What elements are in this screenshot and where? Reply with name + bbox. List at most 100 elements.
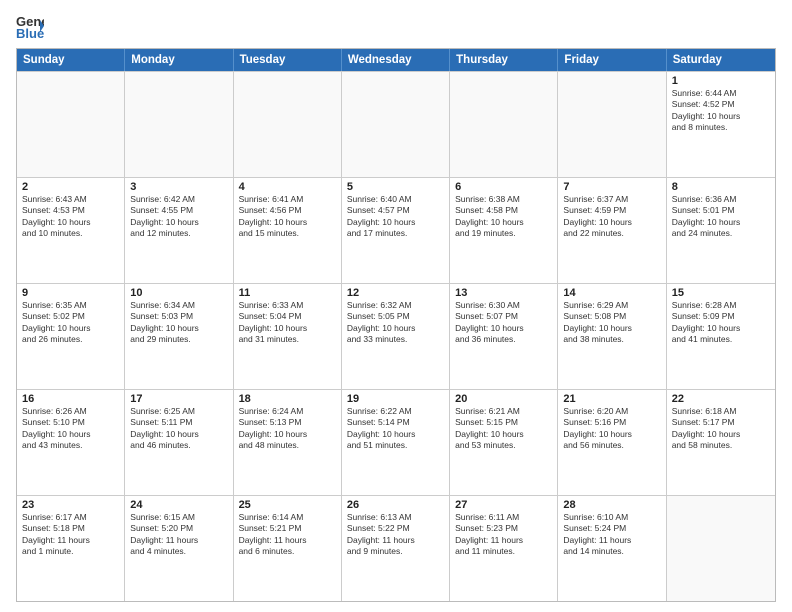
weekday-header: Tuesday xyxy=(234,49,342,71)
day-info: Sunrise: 6:28 AM Sunset: 5:09 PM Dayligh… xyxy=(672,300,770,346)
calendar-row: 2Sunrise: 6:43 AM Sunset: 4:53 PM Daylig… xyxy=(17,177,775,283)
calendar-cell: 18Sunrise: 6:24 AM Sunset: 5:13 PM Dayli… xyxy=(234,390,342,495)
day-info: Sunrise: 6:36 AM Sunset: 5:01 PM Dayligh… xyxy=(672,194,770,240)
day-number: 5 xyxy=(347,181,444,193)
calendar-cell: 16Sunrise: 6:26 AM Sunset: 5:10 PM Dayli… xyxy=(17,390,125,495)
weekday-header: Wednesday xyxy=(342,49,450,71)
day-info: Sunrise: 6:33 AM Sunset: 5:04 PM Dayligh… xyxy=(239,300,336,346)
calendar-cell: 28Sunrise: 6:10 AM Sunset: 5:24 PM Dayli… xyxy=(558,496,666,601)
day-number: 26 xyxy=(347,499,444,511)
day-number: 18 xyxy=(239,393,336,405)
calendar-cell xyxy=(667,496,775,601)
day-number: 3 xyxy=(130,181,227,193)
day-number: 23 xyxy=(22,499,119,511)
day-info: Sunrise: 6:11 AM Sunset: 5:23 PM Dayligh… xyxy=(455,512,552,558)
logo: General Blue xyxy=(16,12,44,40)
calendar-cell: 14Sunrise: 6:29 AM Sunset: 5:08 PM Dayli… xyxy=(558,284,666,389)
calendar-cell: 27Sunrise: 6:11 AM Sunset: 5:23 PM Dayli… xyxy=(450,496,558,601)
day-number: 19 xyxy=(347,393,444,405)
calendar-header: SundayMondayTuesdayWednesdayThursdayFrid… xyxy=(17,49,775,71)
calendar-row: 9Sunrise: 6:35 AM Sunset: 5:02 PM Daylig… xyxy=(17,283,775,389)
calendar-cell: 10Sunrise: 6:34 AM Sunset: 5:03 PM Dayli… xyxy=(125,284,233,389)
day-info: Sunrise: 6:18 AM Sunset: 5:17 PM Dayligh… xyxy=(672,406,770,452)
day-info: Sunrise: 6:38 AM Sunset: 4:58 PM Dayligh… xyxy=(455,194,552,240)
day-info: Sunrise: 6:17 AM Sunset: 5:18 PM Dayligh… xyxy=(22,512,119,558)
calendar-cell xyxy=(125,72,233,177)
calendar-cell: 5Sunrise: 6:40 AM Sunset: 4:57 PM Daylig… xyxy=(342,178,450,283)
weekday-header: Sunday xyxy=(17,49,125,71)
day-number: 9 xyxy=(22,287,119,299)
calendar-cell: 17Sunrise: 6:25 AM Sunset: 5:11 PM Dayli… xyxy=(125,390,233,495)
calendar-cell: 12Sunrise: 6:32 AM Sunset: 5:05 PM Dayli… xyxy=(342,284,450,389)
day-info: Sunrise: 6:44 AM Sunset: 4:52 PM Dayligh… xyxy=(672,88,770,134)
calendar-cell: 11Sunrise: 6:33 AM Sunset: 5:04 PM Dayli… xyxy=(234,284,342,389)
day-info: Sunrise: 6:15 AM Sunset: 5:20 PM Dayligh… xyxy=(130,512,227,558)
day-info: Sunrise: 6:32 AM Sunset: 5:05 PM Dayligh… xyxy=(347,300,444,346)
calendar-cell xyxy=(558,72,666,177)
weekday-header: Friday xyxy=(558,49,666,71)
calendar-cell xyxy=(234,72,342,177)
day-info: Sunrise: 6:29 AM Sunset: 5:08 PM Dayligh… xyxy=(563,300,660,346)
day-number: 28 xyxy=(563,499,660,511)
day-info: Sunrise: 6:22 AM Sunset: 5:14 PM Dayligh… xyxy=(347,406,444,452)
calendar-row: 1Sunrise: 6:44 AM Sunset: 4:52 PM Daylig… xyxy=(17,71,775,177)
day-info: Sunrise: 6:25 AM Sunset: 5:11 PM Dayligh… xyxy=(130,406,227,452)
day-number: 10 xyxy=(130,287,227,299)
calendar-cell xyxy=(342,72,450,177)
calendar-cell: 25Sunrise: 6:14 AM Sunset: 5:21 PM Dayli… xyxy=(234,496,342,601)
day-info: Sunrise: 6:26 AM Sunset: 5:10 PM Dayligh… xyxy=(22,406,119,452)
day-number: 17 xyxy=(130,393,227,405)
weekday-header: Monday xyxy=(125,49,233,71)
calendar-cell: 22Sunrise: 6:18 AM Sunset: 5:17 PM Dayli… xyxy=(667,390,775,495)
calendar-cell: 15Sunrise: 6:28 AM Sunset: 5:09 PM Dayli… xyxy=(667,284,775,389)
day-info: Sunrise: 6:40 AM Sunset: 4:57 PM Dayligh… xyxy=(347,194,444,240)
day-info: Sunrise: 6:34 AM Sunset: 5:03 PM Dayligh… xyxy=(130,300,227,346)
day-info: Sunrise: 6:41 AM Sunset: 4:56 PM Dayligh… xyxy=(239,194,336,240)
calendar-row: 23Sunrise: 6:17 AM Sunset: 5:18 PM Dayli… xyxy=(17,495,775,601)
day-info: Sunrise: 6:37 AM Sunset: 4:59 PM Dayligh… xyxy=(563,194,660,240)
day-info: Sunrise: 6:42 AM Sunset: 4:55 PM Dayligh… xyxy=(130,194,227,240)
calendar-cell: 21Sunrise: 6:20 AM Sunset: 5:16 PM Dayli… xyxy=(558,390,666,495)
day-number: 12 xyxy=(347,287,444,299)
calendar-cell: 6Sunrise: 6:38 AM Sunset: 4:58 PM Daylig… xyxy=(450,178,558,283)
calendar-cell: 1Sunrise: 6:44 AM Sunset: 4:52 PM Daylig… xyxy=(667,72,775,177)
header: General Blue xyxy=(16,12,776,40)
day-number: 21 xyxy=(563,393,660,405)
calendar-body: 1Sunrise: 6:44 AM Sunset: 4:52 PM Daylig… xyxy=(17,71,775,601)
day-info: Sunrise: 6:43 AM Sunset: 4:53 PM Dayligh… xyxy=(22,194,119,240)
calendar-cell: 13Sunrise: 6:30 AM Sunset: 5:07 PM Dayli… xyxy=(450,284,558,389)
page: General Blue SundayMondayTuesdayWednesda… xyxy=(0,0,792,612)
calendar-cell: 24Sunrise: 6:15 AM Sunset: 5:20 PM Dayli… xyxy=(125,496,233,601)
day-number: 7 xyxy=(563,181,660,193)
day-info: Sunrise: 6:20 AM Sunset: 5:16 PM Dayligh… xyxy=(563,406,660,452)
day-number: 8 xyxy=(672,181,770,193)
calendar-cell: 9Sunrise: 6:35 AM Sunset: 5:02 PM Daylig… xyxy=(17,284,125,389)
calendar-cell xyxy=(17,72,125,177)
weekday-header: Thursday xyxy=(450,49,558,71)
weekday-header: Saturday xyxy=(667,49,775,71)
day-number: 14 xyxy=(563,287,660,299)
calendar-row: 16Sunrise: 6:26 AM Sunset: 5:10 PM Dayli… xyxy=(17,389,775,495)
day-number: 15 xyxy=(672,287,770,299)
day-number: 24 xyxy=(130,499,227,511)
calendar-cell: 26Sunrise: 6:13 AM Sunset: 5:22 PM Dayli… xyxy=(342,496,450,601)
day-info: Sunrise: 6:35 AM Sunset: 5:02 PM Dayligh… xyxy=(22,300,119,346)
day-number: 27 xyxy=(455,499,552,511)
day-info: Sunrise: 6:13 AM Sunset: 5:22 PM Dayligh… xyxy=(347,512,444,558)
calendar: SundayMondayTuesdayWednesdayThursdayFrid… xyxy=(16,48,776,602)
logo-icon: General Blue xyxy=(16,12,44,40)
day-info: Sunrise: 6:21 AM Sunset: 5:15 PM Dayligh… xyxy=(455,406,552,452)
day-number: 13 xyxy=(455,287,552,299)
day-number: 6 xyxy=(455,181,552,193)
calendar-cell: 3Sunrise: 6:42 AM Sunset: 4:55 PM Daylig… xyxy=(125,178,233,283)
day-info: Sunrise: 6:14 AM Sunset: 5:21 PM Dayligh… xyxy=(239,512,336,558)
day-number: 25 xyxy=(239,499,336,511)
svg-text:Blue: Blue xyxy=(16,26,44,40)
day-number: 16 xyxy=(22,393,119,405)
day-info: Sunrise: 6:10 AM Sunset: 5:24 PM Dayligh… xyxy=(563,512,660,558)
day-number: 11 xyxy=(239,287,336,299)
calendar-cell: 8Sunrise: 6:36 AM Sunset: 5:01 PM Daylig… xyxy=(667,178,775,283)
calendar-cell: 20Sunrise: 6:21 AM Sunset: 5:15 PM Dayli… xyxy=(450,390,558,495)
day-number: 2 xyxy=(22,181,119,193)
calendar-cell: 4Sunrise: 6:41 AM Sunset: 4:56 PM Daylig… xyxy=(234,178,342,283)
